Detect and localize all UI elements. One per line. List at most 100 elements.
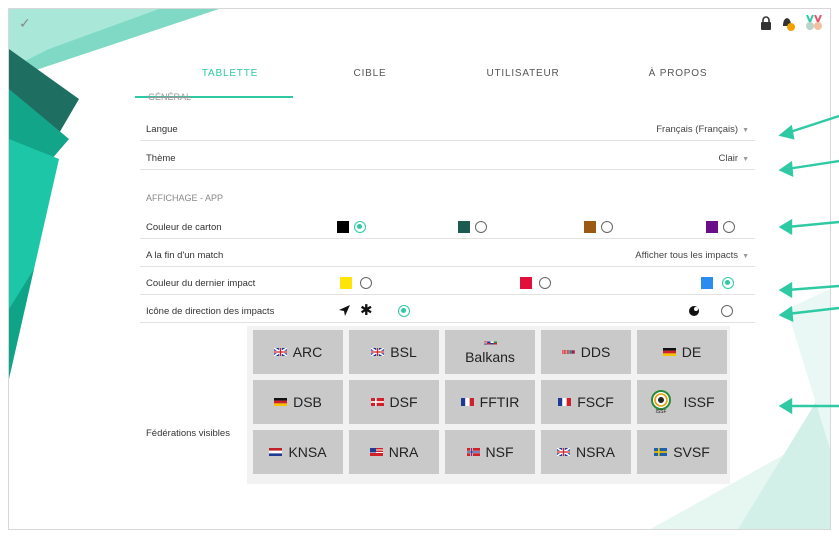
federation-balkans[interactable]: Balkans [445,330,535,374]
federation-label: Balkans [465,349,515,365]
federation-label: DE [681,344,702,360]
impact-direction-radio-arrow[interactable] [398,305,410,317]
federation-svsf[interactable]: SVSF [637,430,727,474]
federation-label: KNSA [288,444,327,460]
federation-issf[interactable]: ISSF ISSF [637,380,727,424]
flag-icon [369,448,383,456]
federation-dsf[interactable]: DSF [349,380,439,424]
last-impact-radio-red[interactable] [539,277,551,289]
federation-label: NSF [485,444,514,460]
card-color-radio-black[interactable] [354,221,366,233]
last-impact-swatch-yellow [340,277,352,289]
federation-de[interactable]: DE [637,330,727,374]
card-color-radio-teal[interactable] [475,221,487,233]
flag-icon [370,398,384,406]
flag-icon [561,348,575,356]
federation-fscf[interactable]: FSCF [541,380,631,424]
last-impact-radio-yellow[interactable] [360,277,372,289]
lock-icon[interactable] [760,16,772,30]
flag-icon [558,398,572,406]
impact-direction-radio-dot[interactable] [721,305,733,317]
top-icons [760,15,824,31]
federation-label: SVSF [673,444,710,460]
federation-dsb[interactable]: DSB [253,380,343,424]
last-impact-swatch-red [520,277,532,289]
language-row: Langue Français (Français) ▼ [140,117,755,141]
federation-fftir[interactable]: FFTIR [445,380,535,424]
card-color-row: Couleur de carton [140,215,755,239]
theme-select[interactable]: Clair ▼ [719,153,749,164]
last-impact-radio-blue[interactable] [722,277,734,289]
theme-value: Clair [718,153,739,164]
federation-label: DDS [580,344,611,360]
medals-icon[interactable] [804,15,824,31]
theme-label: Thème [146,153,176,164]
federation-label: ISSF [683,394,715,410]
flag-icon [483,339,497,347]
tab-bar: TABLETTE CIBLE UTILISATEUR À PROPOS [140,68,760,96]
end-of-match-value: Afficher tous les impacts [635,250,739,261]
flag-icon [557,448,571,456]
notification-bell-icon[interactable] [780,15,796,31]
card-color-swatch-teal [458,221,470,233]
last-impact-swatch-blue [701,277,713,289]
caret-down-icon: ▼ [742,253,749,260]
card-color-label: Couleur de carton [146,222,222,233]
theme-row: Thème Clair ▼ [140,146,755,170]
federations-label: Fédérations visibles [146,428,230,439]
flag-icon [274,398,288,406]
annotation-arrows [778,114,839,415]
language-label: Langue [146,124,178,135]
last-impact-color-label: Couleur du dernier impact [146,278,256,289]
federation-label: FFTIR [479,394,520,410]
federation-label: FSCF [577,394,614,410]
federation-label: NSRA [576,444,615,460]
federation-knsa[interactable]: KNSA [253,430,343,474]
federation-label: BSL [390,344,417,360]
tab-cible[interactable]: CIBLE [300,68,440,79]
card-color-swatch-brown [584,221,596,233]
flag-icon [269,448,283,456]
federation-bsl[interactable]: BSL [349,330,439,374]
federation-dds[interactable]: DDS [541,330,631,374]
target-dot-direction-icon [689,306,699,316]
check-icon[interactable]: ✓ [19,15,31,32]
tab-tablette[interactable]: TABLETTE [160,68,300,79]
svg-text:ISSF: ISSF [656,409,667,414]
card-color-swatch-black [337,221,349,233]
tab-utilisateur[interactable]: UTILISATEUR [453,68,593,79]
flag-icon [371,348,385,356]
card-color-swatch-purple [706,221,718,233]
federation-label: DSB [293,394,322,410]
caret-down-icon: ▼ [742,127,749,134]
flag-icon [460,398,474,406]
section-display-title: AFFICHAGE - APP [146,193,224,203]
federation-arc[interactable]: ARC [253,330,343,374]
end-of-match-select[interactable]: Afficher tous les impacts ▼ [635,250,749,261]
federation-label: NRA [388,444,419,460]
federation-label: DSF [389,394,418,410]
card-color-radio-brown[interactable] [601,221,613,233]
language-select[interactable]: Français (Français) ▼ [656,124,749,135]
impact-direction-row: Icône de direction des impacts ✱ [140,299,755,323]
flag-icon [654,448,668,456]
end-of-match-row: A la fin d'un match Afficher tous les im… [140,243,755,267]
caret-down-icon: ▼ [742,156,749,163]
arrow-direction-icon [339,305,350,316]
section-general-title: GÉNÉRAL [148,92,192,102]
flag-icon [466,448,480,456]
asterisk-direction-icon: ✱ [360,302,373,319]
tab-a-propos[interactable]: À PROPOS [608,68,748,79]
issf-logo-icon: ISSF [649,390,673,414]
language-value: Français (Français) [656,124,739,135]
federation-label: ARC [292,344,323,360]
federations-grid: ARC BSL Balkans DDS DE DSB DSF FFTIR FSCF ISSF ISS… [247,326,730,484]
card-color-radio-purple[interactable] [723,221,735,233]
federation-nsf[interactable]: NSF [445,430,535,474]
flag-icon [662,348,676,356]
federation-nra[interactable]: NRA [349,430,439,474]
last-impact-color-row: Couleur du dernier impact [140,271,755,295]
federation-nsra[interactable]: NSRA [541,430,631,474]
flag-icon [273,348,287,356]
end-of-match-label: A la fin d'un match [146,250,224,261]
